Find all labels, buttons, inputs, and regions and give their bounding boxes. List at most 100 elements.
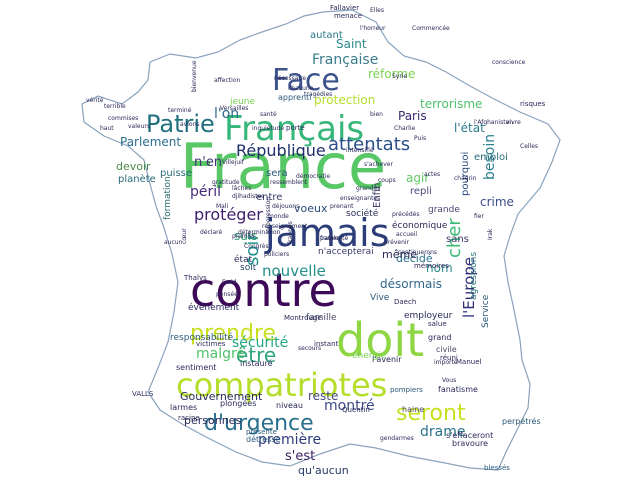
word-150: continuerons: [398, 249, 437, 256]
word-49: qu'aucun: [298, 464, 349, 477]
word-130: déjouons: [272, 203, 299, 210]
word-155: terminé: [168, 107, 192, 114]
word-42: désormais: [380, 277, 442, 291]
word-169: inquiétude: [252, 125, 284, 132]
word-83: plongées: [220, 398, 256, 408]
word-109: Commencée: [412, 25, 450, 32]
word-160: importe: [434, 359, 458, 366]
word-124: Charlie: [394, 125, 415, 132]
word-170: prenant: [330, 203, 354, 210]
word-46: reste: [308, 389, 338, 403]
word-153: pensée: [216, 291, 238, 298]
word-142: Villejuif: [222, 159, 245, 166]
word-156: bien: [370, 111, 383, 118]
word-149: prévenir: [384, 239, 410, 246]
word-84: niveau: [276, 401, 303, 410]
word-78: l'avenir: [372, 355, 402, 364]
word-105: menace: [334, 12, 362, 20]
word-82: fanatisme: [438, 385, 478, 394]
word-162: Vous: [442, 377, 456, 384]
word-95: VALLS: [132, 390, 154, 398]
word-120: commises: [108, 115, 138, 122]
word-77: agressions: [469, 252, 479, 300]
word-135: Irak: [487, 228, 494, 240]
word-58: repli: [410, 186, 432, 197]
word-102: salue: [428, 320, 447, 328]
word-54: sera: [266, 168, 288, 179]
word-123: porte: [286, 124, 305, 132]
word-76: Service: [481, 294, 491, 328]
word-64: grande: [428, 205, 460, 215]
word-108: l'horreur: [360, 25, 386, 32]
word-134: fier: [474, 213, 484, 220]
word-96: Manuel: [456, 358, 482, 366]
word-99: victimes: [196, 340, 226, 348]
word-60: sans: [446, 234, 469, 245]
word-88: Quentin: [342, 406, 370, 414]
word-19: malgré: [196, 346, 245, 362]
word-113: risques: [520, 100, 546, 108]
word-35: terrorisme: [420, 97, 482, 111]
word-85: larmes: [170, 403, 197, 412]
word-140: monde: [268, 213, 289, 220]
word-147: aucun: [164, 239, 183, 246]
word-11: République: [236, 141, 326, 160]
word-80: instauré: [240, 358, 273, 368]
word-161: gendarmes: [380, 435, 414, 442]
word-104: mémoires: [414, 262, 449, 270]
word-33: autant: [310, 30, 343, 41]
word-145: actes: [424, 171, 440, 178]
word-81: perpétrés: [502, 416, 541, 426]
word-152: Froid: [222, 279, 237, 286]
word-25: n'en: [194, 155, 222, 170]
word-101: Daech: [394, 298, 416, 306]
word-132: précédés: [392, 211, 419, 218]
word-128: lâches: [232, 185, 251, 192]
word-61: pourquoi: [460, 152, 471, 196]
word-67: soit: [240, 263, 257, 273]
word-116: Syrie: [392, 73, 407, 80]
word-cloud: FrancecontrecompatriotesdoitjamaisFrança…: [81, 4, 561, 477]
word-93: présente: [246, 428, 277, 436]
word-151: bienvenue: [191, 60, 198, 92]
word-133: chagrin: [454, 175, 477, 182]
word-79: sentiment: [176, 363, 216, 372]
word-59: emploi: [474, 152, 508, 163]
word-16: nouvelle: [262, 262, 326, 280]
word-119: terrible: [104, 103, 126, 110]
word-30: Française: [312, 52, 378, 68]
word-38: crime: [480, 195, 514, 209]
word-50: devoir: [116, 160, 151, 173]
word-141: ressemblent: [270, 179, 308, 186]
word-154: vérité: [86, 97, 104, 104]
word-122: santé: [260, 111, 277, 118]
word-23: Parlement: [120, 135, 181, 149]
word-22: protéger: [194, 205, 263, 224]
word-136: policiers: [264, 251, 289, 258]
word-173: démocratie: [296, 173, 330, 180]
word-163: secours: [298, 345, 321, 352]
word-28: s'est: [285, 449, 315, 464]
word-129: djihadistes: [232, 193, 264, 200]
word-87: racine: [178, 414, 200, 422]
word-171: enseignantes: [340, 195, 380, 202]
word-100: Montrouge: [284, 314, 322, 322]
word-75: civile: [436, 345, 457, 354]
word-165: Mali: [216, 203, 229, 210]
word-176: parole: [320, 235, 339, 242]
word-26: péril: [190, 184, 221, 200]
word-126: apprenti: [278, 93, 312, 102]
word-56: formation: [163, 176, 173, 220]
word-146: détermination: [238, 229, 281, 236]
word-71: Vive: [370, 293, 390, 303]
word-65: n'accepterai: [318, 247, 374, 257]
word-107: Elles: [370, 7, 384, 14]
word-62: économique: [392, 220, 448, 231]
word-121: valeurs: [128, 123, 150, 130]
word-164: conscience: [492, 59, 526, 66]
word-172: accueil: [396, 231, 417, 238]
word-174: grandes: [356, 185, 380, 192]
word-68: événement: [188, 302, 240, 313]
word-166: Congrès: [244, 243, 269, 250]
word-51: planète: [118, 173, 156, 185]
